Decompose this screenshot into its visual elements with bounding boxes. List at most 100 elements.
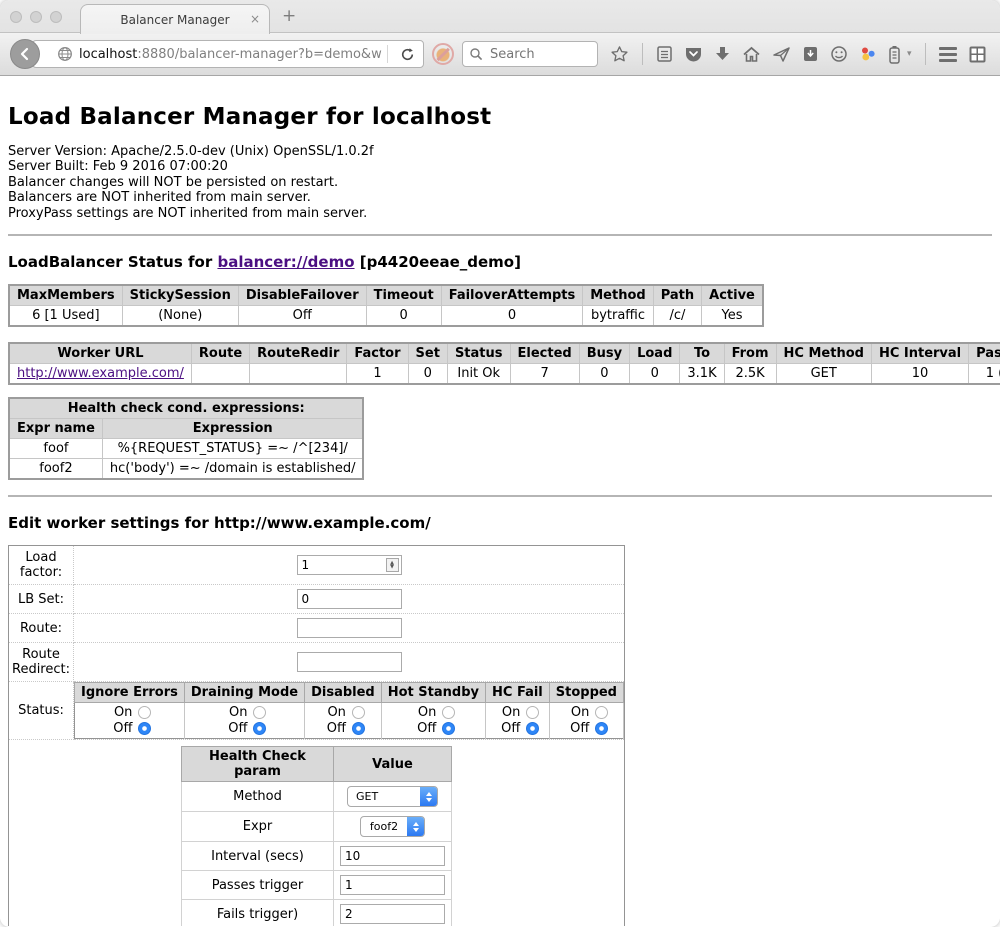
page-content: Load Balancer Manager for localhost Serv…	[0, 76, 1000, 926]
cell-elected: 7	[510, 364, 579, 385]
table-row: foof2 hc('body') =~ /domain is establish…	[9, 459, 363, 480]
hc-fails-input[interactable]	[340, 904, 445, 924]
lb-status-heading-prefix: LoadBalancer Status for	[8, 253, 217, 271]
server-built-line: Server Built: Feb 9 2016 07:00:20	[8, 159, 228, 174]
route-redirect-label: Route Redirect:	[9, 643, 74, 682]
home-icon[interactable]	[742, 45, 761, 63]
hc-expr-label: Expr	[182, 812, 334, 842]
download-box-icon[interactable]	[802, 45, 819, 63]
worker-row: http://www.example.com/ 1 0 Init Ok 7 0 …	[9, 364, 1000, 385]
worker-url-link[interactable]: http://www.example.com/	[17, 366, 184, 381]
route-input[interactable]	[297, 618, 402, 638]
grid-panel-icon[interactable]	[968, 45, 987, 64]
section-divider	[8, 495, 992, 497]
hot-standby-on-radio[interactable]	[442, 706, 455, 719]
hc-fails-label: Fails trigger)	[182, 900, 334, 926]
hc-method-select[interactable]: GET	[347, 786, 438, 807]
edit-worker-heading: Edit worker settings for http://www.exam…	[8, 514, 992, 532]
lb-status-heading: LoadBalancer Status for balancer://demo …	[8, 253, 992, 271]
table-row: foof %{REQUEST_STATUS} =~ /^[234]/	[9, 439, 363, 459]
column-header: HC Method	[776, 343, 871, 364]
chevron-down-icon[interactable]: ▾	[907, 49, 912, 59]
plugin-blocked-icon[interactable]	[432, 43, 454, 65]
column-header: Timeout	[366, 285, 441, 306]
reload-button[interactable]	[392, 47, 423, 62]
cell-maxmembers: 6 [1 Used]	[9, 306, 122, 327]
new-tab-button[interactable]: +	[282, 8, 296, 25]
draining-mode-off-radio[interactable]	[253, 722, 266, 735]
ignore-errors-off-radio[interactable]	[138, 722, 151, 735]
battery-icon[interactable]	[888, 45, 901, 64]
cell-set: 0	[408, 364, 447, 385]
radio-off-label: Off	[417, 721, 436, 736]
column-header: Expr name	[9, 419, 102, 439]
column-header: Stopped	[549, 683, 623, 703]
back-button[interactable]	[10, 39, 40, 69]
server-info: Server Version: Apache/2.5.0-dev (Unix) …	[8, 144, 992, 221]
zoom-window-button[interactable]	[50, 11, 62, 23]
tab-bar: Balancer Manager × +	[0, 0, 1000, 33]
stopped-on-radio[interactable]	[595, 706, 608, 719]
window-controls	[10, 11, 62, 23]
column-header: Worker URL	[9, 343, 191, 364]
bookmark-star-icon[interactable]	[610, 45, 629, 64]
cell-hc-interval: 10	[871, 364, 968, 385]
radio-on-label: On	[502, 705, 520, 720]
column-header: Disabled	[305, 683, 382, 703]
hc-passes-input[interactable]	[340, 875, 445, 895]
close-window-button[interactable]	[10, 11, 22, 23]
disabled-on-radio[interactable]	[352, 706, 365, 719]
number-spinner-icon[interactable]: ▲▼	[386, 558, 399, 572]
column-header: MaxMembers	[9, 285, 122, 306]
navigation-toolbar: localhost:8880/balancer-manager?b=demo&w…	[0, 33, 1000, 76]
ignore-errors-on-radio[interactable]	[138, 706, 151, 719]
menu-icon[interactable]	[939, 47, 957, 62]
select-stepper-icon	[420, 787, 437, 806]
hc-method-selected-value: GET	[348, 787, 420, 806]
minimize-window-button[interactable]	[30, 11, 42, 23]
hc-fail-on-radio[interactable]	[526, 706, 539, 719]
pocket-icon[interactable]	[684, 45, 703, 63]
column-header: Busy	[579, 343, 629, 364]
status-table: Ignore Errors Draining Mode Disabled Hot…	[74, 682, 624, 739]
column-header: Draining Mode	[184, 683, 304, 703]
stopped-off-radio[interactable]	[595, 722, 608, 735]
persist-notice-line: Balancer changes will NOT be persisted o…	[8, 175, 338, 190]
hc-interval-input[interactable]	[340, 846, 445, 866]
disabled-off-radio[interactable]	[352, 722, 365, 735]
url-bar[interactable]: localhost:8880/balancer-manager?b=demo&w…	[32, 40, 424, 68]
hc-fail-off-radio[interactable]	[526, 722, 539, 735]
cell-passes: 1 (0)	[969, 364, 1000, 385]
route-redirect-input[interactable]	[297, 652, 402, 672]
search-input[interactable]	[488, 46, 578, 63]
column-header: Route	[191, 343, 249, 364]
hc-expr-select[interactable]: foof2	[360, 816, 425, 837]
search-bar[interactable]	[462, 41, 598, 67]
cell-load: 0	[630, 364, 680, 385]
url-path: :8880/balancer-manager?b=demo&w=http://w…	[137, 47, 383, 62]
draining-mode-on-radio[interactable]	[253, 706, 266, 719]
balancer-demo-link[interactable]: balancer://demo	[217, 253, 354, 271]
tab-balancer-manager[interactable]: Balancer Manager ×	[80, 4, 270, 34]
paper-plane-icon[interactable]	[772, 45, 791, 63]
hot-standby-off-radio[interactable]	[442, 722, 455, 735]
cell-to: 3.1K	[680, 364, 724, 385]
cell-active: Yes	[702, 306, 763, 327]
lb-set-input[interactable]	[297, 589, 402, 609]
reading-list-icon[interactable]	[656, 45, 673, 63]
column-header: Passes	[969, 343, 1000, 364]
tab-close-icon[interactable]: ×	[250, 12, 260, 26]
column-header: Load	[630, 343, 680, 364]
cell-from: 2.5K	[724, 364, 776, 385]
radio-off-label: Off	[327, 721, 346, 736]
cell-status: Init Ok	[447, 364, 510, 385]
downloads-icon[interactable]	[714, 45, 731, 63]
smiley-icon[interactable]	[830, 45, 848, 63]
column-header: Set	[408, 343, 447, 364]
radio-on-label: On	[571, 705, 589, 720]
url-text: localhost:8880/balancer-manager?b=demo&w…	[79, 47, 383, 62]
column-header: Hot Standby	[381, 683, 485, 703]
radio-on-label: On	[418, 705, 436, 720]
column-header: Status	[447, 343, 510, 364]
color-dots-icon[interactable]	[859, 45, 877, 63]
